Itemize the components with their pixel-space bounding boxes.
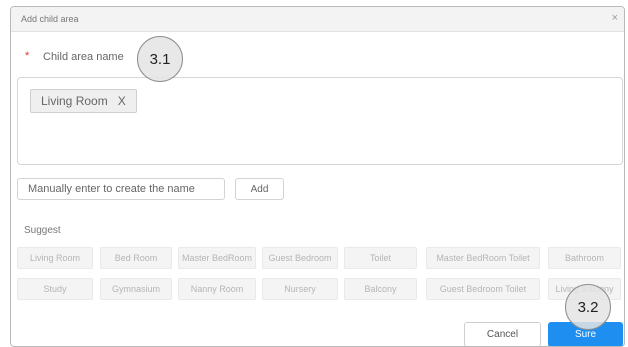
suggestion-chip[interactable]: Study xyxy=(17,278,93,300)
name-tag-living-room: Living Room X xyxy=(30,89,137,113)
selected-names-box: Living Room X xyxy=(17,77,623,165)
suggestion-chip[interactable]: Nursery xyxy=(262,278,338,300)
callout-badge-3-1: 3.1 xyxy=(137,36,183,82)
suggestion-chip[interactable]: Guest Bedroom Toilet xyxy=(426,278,540,300)
cancel-button[interactable]: Cancel xyxy=(464,322,541,346)
suggestion-chip[interactable]: Balcony xyxy=(344,278,417,300)
dialog-title: Add child area xyxy=(21,14,79,24)
dialog-titlebar: Add child area × xyxy=(11,7,624,32)
suggestion-chip[interactable]: Toilet xyxy=(344,247,417,269)
tag-label: Living Room xyxy=(41,94,108,108)
add-child-area-dialog: Add child area × * Child area name Livin… xyxy=(10,6,625,347)
callout-badge-3-2: 3.2 xyxy=(565,284,611,330)
suggestion-chip[interactable]: Master BedRoom xyxy=(178,247,256,269)
suggestion-chip[interactable]: Bed Room xyxy=(100,247,172,269)
suggestion-chip[interactable]: Gymnasium xyxy=(100,278,172,300)
manual-name-input[interactable] xyxy=(17,178,225,200)
close-icon[interactable]: × xyxy=(612,12,618,24)
add-button[interactable]: Add xyxy=(235,178,284,200)
suggestion-chip[interactable]: Bathroom xyxy=(548,247,621,269)
suggestion-chip[interactable]: Guest Bedroom xyxy=(262,247,338,269)
suggestion-chip[interactable]: Nanny Room xyxy=(178,278,256,300)
required-asterisk: * xyxy=(25,50,30,62)
suggestion-chip[interactable]: Master BedRoom Toilet xyxy=(426,247,540,269)
tag-remove-icon[interactable]: X xyxy=(118,94,126,108)
suggest-label: Suggest xyxy=(24,225,61,236)
suggestion-chip[interactable]: Living Room xyxy=(17,247,93,269)
child-area-name-label: Child area name xyxy=(43,51,124,63)
